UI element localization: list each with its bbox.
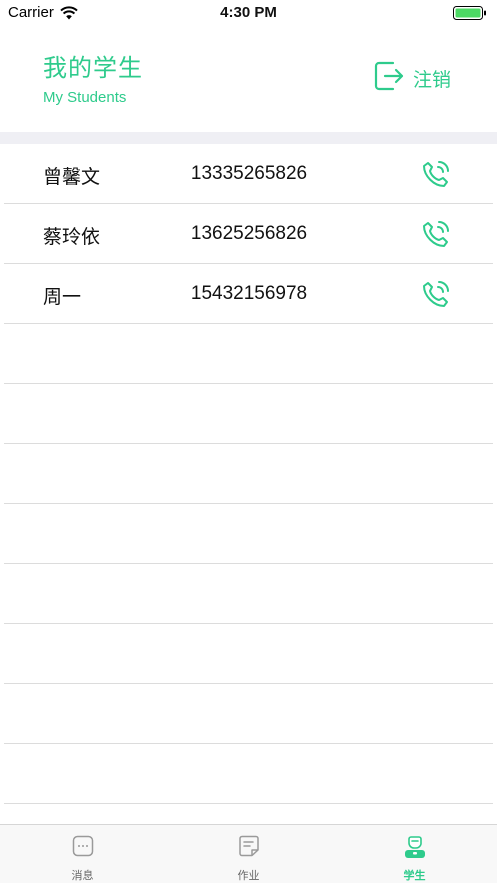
empty-row: [4, 384, 493, 444]
student-name: 曾馨文: [43, 166, 101, 188]
section-divider: [0, 132, 497, 144]
status-time: 4:30 PM: [220, 4, 277, 21]
empty-row: [4, 504, 493, 564]
phone-call-icon[interactable]: [420, 218, 452, 250]
student-name: 周一: [43, 286, 82, 308]
student-phone: 15432156978: [190, 283, 308, 304]
phone-call-icon[interactable]: [420, 278, 452, 310]
tab-label: 学生: [403, 869, 426, 882]
page-header: 我的学生 My Students 注销: [0, 26, 497, 132]
status-bar: Carrier 4:30 PM: [0, 0, 497, 26]
page-title: 我的学生: [43, 54, 143, 82]
empty-row: [4, 744, 493, 804]
student-list: 曾馨文 13335265826 蔡玲依 13625256826 周一 15432…: [4, 144, 493, 804]
empty-row: [4, 624, 493, 684]
empty-row: [4, 564, 493, 624]
empty-row: [4, 324, 493, 384]
logout-label: 注销: [413, 68, 452, 91]
tab-label: 作业: [237, 869, 260, 882]
student-name: 蔡玲依: [43, 226, 101, 248]
empty-row: [4, 684, 493, 744]
student-icon: [403, 835, 427, 863]
student-row[interactable]: 曾馨文 13335265826: [4, 144, 493, 204]
message-icon: [72, 835, 94, 861]
logout-button[interactable]: 注销: [373, 60, 452, 96]
page-subtitle: My Students: [43, 89, 127, 106]
battery-icon: [453, 5, 487, 25]
homework-icon: [238, 835, 260, 861]
tab-messages[interactable]: 消息: [0, 825, 165, 883]
student-row[interactable]: 蔡玲依 13625256826: [4, 204, 493, 264]
empty-row: [4, 444, 493, 504]
phone-call-icon[interactable]: [420, 158, 452, 190]
tab-students[interactable]: 学生: [332, 825, 497, 883]
tab-bar: 消息 作业 学生: [0, 824, 497, 883]
student-row[interactable]: 周一 15432156978: [4, 264, 493, 324]
tab-homework[interactable]: 作业: [166, 825, 331, 883]
logout-icon: [373, 60, 405, 96]
tab-label: 消息: [71, 869, 94, 882]
student-phone: 13335265826: [190, 163, 308, 184]
student-phone: 13625256826: [190, 223, 308, 244]
